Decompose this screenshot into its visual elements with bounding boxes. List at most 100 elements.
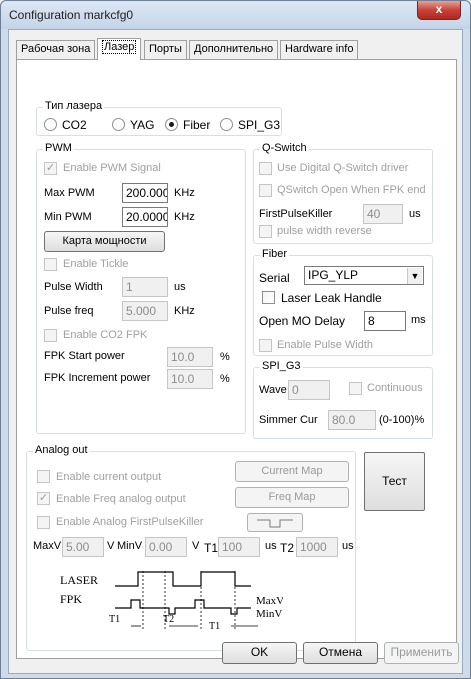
minv-input[interactable]: 0.00 xyxy=(145,537,187,557)
analog-fpk-label: Enable Analog FirstPulseKiller xyxy=(56,516,204,528)
pulse-freq-input[interactable]: 5.000 xyxy=(122,301,168,321)
pulse-shape-icon xyxy=(257,519,293,528)
fpk-start-input[interactable]: 10.0 xyxy=(167,347,213,367)
cancel-button[interactable]: Отмена xyxy=(303,642,378,664)
laser-tab-panel: Тип лазера CO2 YAG Fiber SPI_G3 PWM ✓ En… xyxy=(16,59,457,659)
laser-leak-checkbox[interactable] xyxy=(262,291,275,304)
first-pulse-killer-unit: us xyxy=(409,208,421,220)
radio-fiber-label: Fiber xyxy=(183,118,211,132)
diagram-t1-label-second: T1 xyxy=(209,621,220,632)
freq-output-checkbox[interactable]: ✓ xyxy=(37,492,50,505)
enable-pwm-checkbox[interactable]: ✓ xyxy=(44,162,57,175)
min-pwm-unit: KHz xyxy=(174,211,195,223)
tab-ports[interactable]: Порты xyxy=(144,40,187,59)
enable-tickle-label: Enable Tickle xyxy=(63,258,129,270)
max-pwm-unit: KHz xyxy=(174,187,195,199)
t2-input[interactable]: 1000 xyxy=(296,537,338,557)
fpk-start-label: FPK Start power xyxy=(44,350,125,362)
enable-pulse-width-checkbox[interactable] xyxy=(259,339,272,352)
t1-input[interactable]: 100 xyxy=(218,537,260,557)
max-pwm-input[interactable]: 200.000 xyxy=(122,183,168,203)
mo-delay-label: Open MO Delay xyxy=(259,314,346,328)
diagram-t1-label: T1 xyxy=(109,614,120,625)
radio-yag[interactable] xyxy=(112,118,125,131)
enable-pulse-width-label: Enable Pulse Width xyxy=(277,339,373,351)
simmer-cur-unit: (0-100)% xyxy=(379,414,425,426)
dialog-client: Рабочая зона Лазер Порты Дополнительно H… xyxy=(8,29,463,674)
pulse-width-label: Pulse Width xyxy=(44,281,103,293)
pwm-group: PWM ✓ Enable PWM Signal Max PWM 200.000 … xyxy=(36,142,246,434)
min-pwm-input[interactable]: 20.0000 xyxy=(122,207,168,227)
analog-out-group: Analog out Enable current output ✓ Enabl… xyxy=(26,444,356,651)
pulse-width-reverse-checkbox[interactable] xyxy=(259,225,272,238)
tab-laser[interactable]: Лазер xyxy=(97,38,142,60)
title-bar[interactable]: Configuration markcfg0 x xyxy=(1,1,470,29)
wave-label: Wave xyxy=(259,384,287,396)
first-pulse-killer-label: FirstPulseKiller xyxy=(259,208,333,220)
timing-diagram-svg: LASER FPK MaxV MinV T1 T2 T1 xyxy=(60,571,284,632)
qswitch-open-checkbox[interactable] xyxy=(259,184,272,197)
window-title: Configuration markcfg0 xyxy=(9,8,134,22)
pulse-width-input[interactable]: 1 xyxy=(122,277,168,297)
close-button[interactable]: x xyxy=(417,1,461,20)
tab-work-area[interactable]: Рабочая зона xyxy=(16,40,96,59)
current-map-button[interactable]: Current Map xyxy=(235,461,349,482)
power-map-button[interactable]: Карта мощности xyxy=(44,231,165,252)
t1-label: T1 xyxy=(204,541,219,555)
configuration-window: Configuration markcfg0 x Рабочая зона Ла… xyxy=(0,0,471,679)
tab-label: Дополнительно xyxy=(194,43,274,55)
enable-co2-fpk-checkbox[interactable] xyxy=(44,329,57,342)
pulse-width-unit: us xyxy=(174,281,186,293)
freq-output-label: Enable Freq analog output xyxy=(56,493,186,505)
current-output-checkbox[interactable] xyxy=(37,470,50,483)
radio-spi-g3[interactable] xyxy=(220,118,233,131)
diagram-maxv-label: MaxV xyxy=(256,595,283,607)
fiber-legend: Fiber xyxy=(260,248,290,260)
t2-label: T2 xyxy=(280,541,295,555)
maxv-input[interactable]: 5.00 xyxy=(62,537,104,557)
tab-additional[interactable]: Дополнительно xyxy=(189,40,279,59)
diagram-laser-label: LASER xyxy=(60,573,98,587)
enable-tickle-checkbox[interactable] xyxy=(44,258,57,271)
analog-fpk-checkbox[interactable] xyxy=(37,516,50,529)
ok-button[interactable]: OK xyxy=(222,642,297,664)
minv-label: MinV xyxy=(117,540,143,552)
simmer-cur-label: Simmer Cur xyxy=(259,414,318,426)
qswitch-group: Q-Switch Use Digital Q-Switch driver QSw… xyxy=(253,142,433,244)
radio-yag-label: YAG xyxy=(130,118,155,132)
radio-co2[interactable] xyxy=(44,118,57,131)
freq-map-button[interactable]: Freq Map xyxy=(235,487,349,508)
simmer-cur-input[interactable]: 80.0 xyxy=(328,410,376,430)
close-icon: x xyxy=(435,2,443,16)
mo-delay-unit: ms xyxy=(411,314,426,326)
max-pwm-label: Max PWM xyxy=(44,187,95,199)
first-pulse-killer-input[interactable]: 40 xyxy=(363,204,403,224)
enable-co2-fpk-label: Enable CO2 FPK xyxy=(63,329,148,341)
serial-label: Serial xyxy=(259,271,290,285)
digital-qswitch-label: Use Digital Q-Switch driver xyxy=(277,162,409,174)
radio-spi-g3-label: SPI_G3 xyxy=(238,118,281,132)
fpk-increment-input[interactable]: 10.0 xyxy=(167,369,213,389)
diagram-t2-label: T2 xyxy=(163,614,174,625)
tab-hardware-info[interactable]: Hardware info xyxy=(280,40,359,59)
continuous-checkbox[interactable] xyxy=(349,382,362,395)
wave-input[interactable]: 0 xyxy=(288,380,330,400)
apply-button[interactable]: Применить xyxy=(384,642,459,664)
radio-fiber[interactable] xyxy=(165,118,178,131)
pulse-width-reverse-label: pulse width reverse xyxy=(277,225,372,237)
maxv-label: MaxV xyxy=(33,540,62,552)
digital-qswitch-checkbox[interactable] xyxy=(259,162,272,175)
pulse-shape-button[interactable] xyxy=(247,513,303,532)
qswitch-legend: Q-Switch xyxy=(260,142,309,154)
serial-select[interactable]: IPG_YLP ▼ xyxy=(304,266,424,285)
radio-co2-label: CO2 xyxy=(62,118,87,132)
tab-label: Лазер xyxy=(102,40,137,54)
mo-delay-input[interactable]: 8 xyxy=(364,311,406,331)
fiber-group: Fiber Serial IPG_YLP ▼ Laser Leak Handle… xyxy=(253,248,433,356)
qswitch-open-label: QSwitch Open When FPK end xyxy=(277,184,426,196)
test-button[interactable]: Тест xyxy=(364,452,425,511)
pulse-freq-unit: KHz xyxy=(174,305,195,317)
laser-leak-label: Laser Leak Handle xyxy=(281,291,382,305)
min-pwm-label: Min PWM xyxy=(44,211,92,223)
tab-label: Рабочая зона xyxy=(21,43,91,55)
